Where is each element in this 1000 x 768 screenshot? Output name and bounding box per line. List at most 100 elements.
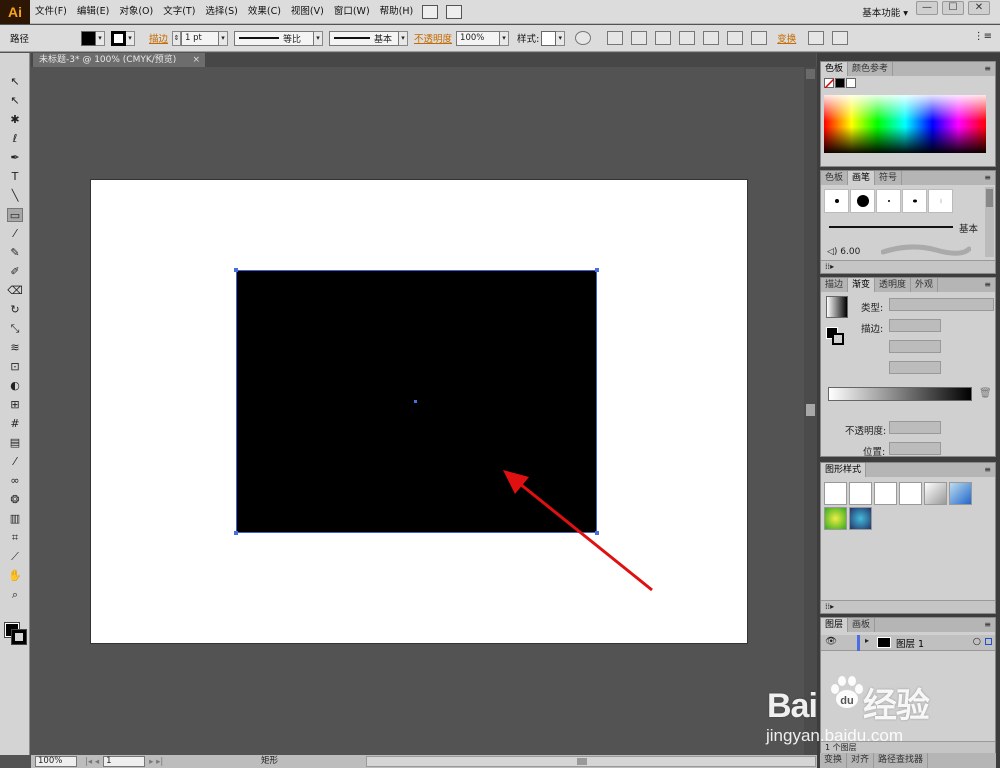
graphic-style-white[interactable] [874,482,897,505]
tab-color-guide[interactable]: 颜色参考 [848,62,894,76]
target-circle-icon[interactable]: ○ [973,636,981,647]
minimize-button[interactable]: — [916,1,938,15]
stroke-weight-input[interactable]: 1 pt [181,30,220,46]
scroll-up-icon[interactable] [806,69,815,79]
layer-row[interactable]: 👁 ▸ 图层 1 ○ [821,635,995,651]
delete-stop-icon[interactable]: 🗑 [979,388,992,399]
gradient-slider[interactable] [828,387,972,401]
pencil-tool-icon[interactable]: ✎ [7,246,23,260]
opacity-link[interactable]: 不透明度 [414,31,452,45]
type-tool-icon[interactable]: T [7,170,23,184]
gradient-tool-icon[interactable]: ▤ [7,436,23,450]
width-tool-icon[interactable]: ≋ [7,341,23,355]
brush-large-round[interactable] [850,189,875,213]
tab-align[interactable]: 对齐 [847,753,875,768]
brush-small-round[interactable] [824,189,849,213]
paintbrush-tool-icon[interactable]: ⁄ [7,227,23,241]
menu-item[interactable]: 帮助(H) [375,0,419,24]
tab-appearance[interactable]: 外观 [911,278,939,292]
graphic-style-blue-texture[interactable] [849,507,872,530]
tab-artboards[interactable]: 画板 [848,618,876,632]
zoom-tool-icon[interactable]: ⌕ [7,588,23,602]
panel-menu-icon[interactable]: ≡ [984,278,995,292]
tab-gradient[interactable]: 渐变 [848,278,876,292]
menu-item[interactable]: 编辑(E) [72,0,114,24]
lasso-tool-icon[interactable]: ℓ [7,132,23,146]
blend-tool-icon[interactable]: ∞ [7,474,23,488]
brush-tiny-round[interactable] [876,189,901,213]
opacity-dropdown[interactable]: ▾ [500,30,510,46]
menu-item[interactable]: 文件(F) [30,0,72,24]
brush-faint[interactable] [928,189,953,213]
close-document-icon[interactable]: × [192,53,200,67]
tab-stroke[interactable]: 描边 [821,278,849,292]
free-transform-tool-icon[interactable]: ⊡ [7,360,23,374]
fill-dropdown[interactable]: ▾ [96,30,106,46]
bridge-icon[interactable] [422,4,439,19]
tab-graphic-styles[interactable]: 图形样式 [821,463,867,477]
gradient-position-field[interactable] [889,442,941,455]
profile-dropdown[interactable]: ▾ [314,30,324,46]
selection-handle[interactable] [595,268,599,272]
align-bottom-icon[interactable] [751,31,768,45]
eyedropper-tool-icon[interactable]: ⁄ [7,455,23,469]
maximize-button[interactable]: ☐ [942,1,964,15]
fill-swatch[interactable] [81,30,97,46]
opacity-input[interactable]: 100% [456,30,501,46]
arrange-documents-icon[interactable] [446,4,463,19]
align-right-icon[interactable] [679,31,696,45]
variable-width-profile[interactable]: 等比 [234,30,315,46]
gradient-type-dropdown[interactable] [889,298,994,311]
graphic-style-default[interactable] [824,482,847,505]
close-window-button[interactable]: ✕ [968,1,990,15]
panel-menu-icon[interactable]: ≡ [984,463,995,477]
menu-item[interactable]: 效果(C) [243,0,286,24]
menu-item[interactable]: 对象(O) [114,0,158,24]
graphic-style-none[interactable] [849,482,872,505]
gradient-stroke-options[interactable] [889,319,941,332]
magic-wand-tool-icon[interactable]: ✱ [7,113,23,127]
graphic-style-blue-gradient[interactable] [949,482,972,505]
expand-layer-icon[interactable]: ▸ [865,636,869,645]
workspace-switcher[interactable]: 基本功能 ▾ [862,5,908,19]
vertical-scroll-thumb[interactable] [806,404,815,416]
line-tool-icon[interactable]: ╲ [7,189,23,203]
stroke-color-box[interactable] [11,629,27,645]
selection-indicator[interactable] [985,638,992,645]
tab-transparency[interactable]: 透明度 [875,278,912,292]
recolor-artwork-icon[interactable] [575,31,592,45]
tab-swatches-2[interactable]: 色板 [821,171,849,185]
menu-item[interactable]: 窗口(W) [329,0,375,24]
stroke-weight-stepper[interactable]: ⇕ [172,30,182,46]
column-graph-tool-icon[interactable]: ▥ [7,512,23,526]
slice-tool-icon[interactable]: ⟋ [7,550,23,564]
panel-menu-icon[interactable]: ≡ [984,171,995,185]
black-swatch[interactable] [835,78,845,88]
align-middle-icon[interactable] [727,31,744,45]
none-swatch-icon[interactable] [824,78,835,89]
artboard-tool-icon[interactable]: ⌗ [7,531,23,545]
zoom-field[interactable]: 100% [35,756,77,767]
brush-dropdown[interactable]: ▾ [399,30,409,46]
graphic-style-green-texture[interactable] [824,507,847,530]
artboard-number-field[interactable]: 1 [103,756,146,767]
horizontal-scrollbar[interactable] [366,756,816,767]
selection-handle[interactable] [234,531,238,535]
align-top-icon[interactable] [703,31,720,45]
gradient-thumbnail[interactable] [826,296,848,318]
mesh-tool-icon[interactable]: # [7,417,23,431]
direct-selection-tool-icon[interactable]: ↖ [7,94,23,108]
gradient-opacity-field[interactable] [889,421,941,434]
tab-symbols[interactable]: 符号 [875,171,903,185]
panel-menu-icon[interactable]: ⋮≡ [974,31,992,42]
select-similar-icon[interactable] [607,31,624,45]
color-spectrum[interactable] [824,95,986,153]
basic-brush-stroke[interactable] [829,226,953,228]
visibility-eye-icon[interactable]: 👁 [825,636,837,647]
tab-brushes[interactable]: 画笔 [848,171,876,185]
style-dropdown[interactable]: ▾ [556,30,566,46]
document-tab[interactable]: 未标题-3* @ 100% (CMYK/预览) × [33,53,205,67]
eraser-tool-icon[interactable]: ⌫ [7,284,23,298]
panel-menu-icon[interactable]: ≡ [984,62,995,76]
brushes-scrollbar[interactable] [985,187,994,257]
